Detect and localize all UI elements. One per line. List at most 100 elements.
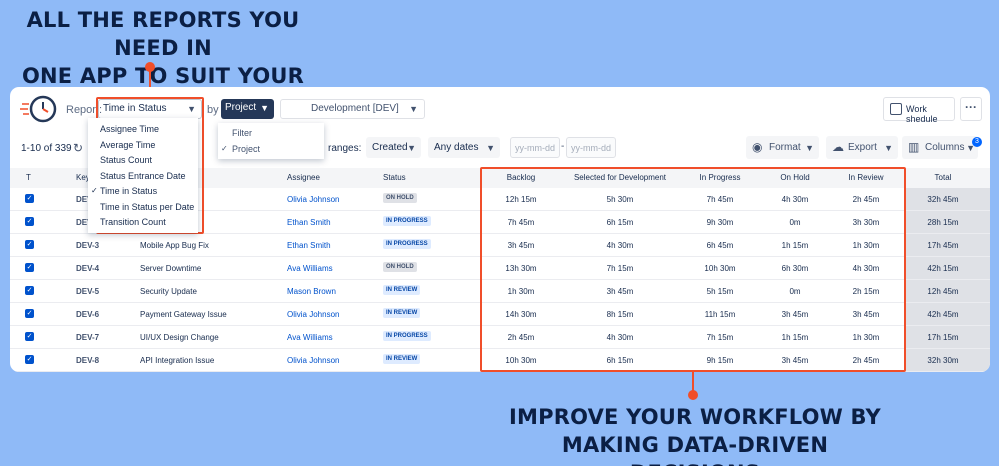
chevron-down-icon: ▼ (260, 103, 269, 113)
menu-item-report-type[interactable]: Assignee Time (100, 124, 159, 134)
chevron-down-icon: ▼ (884, 143, 893, 153)
row-checkbox[interactable]: ✓ (25, 240, 34, 249)
chevron-down-icon: ▼ (805, 143, 814, 153)
date-field-select[interactable]: Created ▼ (366, 137, 421, 158)
check-icon: ✓ (221, 144, 228, 153)
issue-assignee[interactable]: Ethan Smith (287, 218, 331, 227)
header-assignee[interactable]: Assignee (287, 173, 320, 182)
menu-item-report-type[interactable]: Average Time (100, 140, 155, 150)
time-total: 17h 45m (927, 241, 959, 250)
eye-icon: ◉ (752, 140, 763, 154)
check-icon: ✓ (91, 186, 98, 195)
time-total: 12h 45m (927, 287, 959, 296)
date-range-select[interactable]: Any dates ▼ (428, 137, 500, 158)
menu-item-report-type[interactable]: Status Count (100, 155, 152, 165)
issue-assignee[interactable]: Olivia Johnson (287, 356, 339, 365)
header-status[interactable]: Status (383, 173, 406, 182)
issue-assignee[interactable]: Ava Williams (287, 333, 333, 342)
menu-item-report-type[interactable]: Status Entrance Date (100, 171, 186, 181)
time-total: 32h 30m (927, 356, 959, 365)
issue-assignee[interactable]: Ethan Smith (287, 241, 331, 250)
status-badge: IN REVIEW (383, 308, 421, 318)
status-badge: ON HOLD (383, 262, 417, 272)
time-total: 32h 45m (927, 195, 959, 204)
format-button[interactable]: ◉ Format ▼ (746, 136, 819, 159)
row-checkbox[interactable]: ✓ (25, 332, 34, 341)
chevron-down-icon: ▼ (409, 104, 418, 114)
issue-key[interactable]: DEV-8 (76, 356, 99, 365)
issue-assignee[interactable]: Olivia Johnson (287, 310, 339, 319)
project-select[interactable]: Development [DEV] ▼ (280, 99, 425, 119)
date-range-dash: - (561, 141, 565, 152)
project-select-value: Development [DEV] (311, 103, 399, 114)
menu-item-report-type[interactable]: Transition Count (100, 217, 166, 227)
issue-summary[interactable]: Security Update (140, 287, 197, 296)
export-button[interactable]: ☁ Export ▼ (826, 136, 898, 159)
header-t: T (26, 173, 31, 182)
menu-item-project[interactable]: Project (232, 144, 260, 154)
work-schedule-button[interactable]: Work shedule (883, 97, 955, 124)
issue-key[interactable]: DEV-4 (76, 264, 99, 273)
row-checkbox[interactable]: ✓ (25, 309, 34, 318)
columns-icon: ▥ (908, 140, 920, 154)
issue-summary[interactable]: Mobile App Bug Fix (140, 241, 209, 250)
headline-bottom-line-2: MAKING DATA-DRIVEN DECISIONS (561, 433, 829, 466)
group-by-select[interactable]: Project ▼ (221, 99, 274, 119)
status-badge: IN PROGRESS (383, 216, 431, 226)
issue-summary[interactable]: Server Downtime (140, 264, 201, 273)
calendar-icon (890, 103, 902, 115)
status-badge: ON HOLD (383, 193, 417, 203)
status-badge: IN REVIEW (383, 354, 421, 364)
row-checkbox[interactable]: ✓ (25, 286, 34, 295)
connector-line-bottom (692, 371, 694, 393)
more-options-button[interactable]: ··· (960, 97, 982, 121)
row-checkbox[interactable]: ✓ (25, 355, 34, 364)
report-type-menu: Assignee Time Average Time Status Count Sta… (88, 118, 198, 233)
chevron-down-icon: ▼ (407, 143, 416, 153)
group-by-value: Project (225, 102, 257, 113)
menu-item-filter[interactable]: Filter (232, 128, 252, 138)
time-total: 28h 15m (927, 218, 959, 227)
issue-assignee[interactable]: Mason Brown (287, 287, 336, 296)
columns-button[interactable]: ▥ Columns ▼ (902, 136, 978, 159)
headline-bottom: IMPROVE YOUR WORKFLOW BY MAKING DATA-DRI… (505, 403, 885, 466)
date-range-value: Any dates (434, 142, 479, 153)
row-checkbox[interactable]: ✓ (25, 194, 34, 203)
time-total: 42h 45m (927, 310, 959, 319)
issue-assignee[interactable]: Olivia Johnson (287, 195, 339, 204)
status-badge: IN PROGRESS (383, 239, 431, 249)
refresh-icon[interactable]: ↻ (73, 141, 83, 155)
status-badge: IN REVIEW (383, 285, 421, 295)
date-to-input[interactable]: yy-mm-dd (566, 137, 616, 158)
issue-key[interactable]: DEV-5 (76, 287, 99, 296)
date-field-value: Created (372, 142, 408, 153)
row-checkbox[interactable]: ✓ (25, 263, 34, 272)
issue-assignee[interactable]: Ava Williams (287, 264, 333, 273)
time-total: 17h 15m (927, 333, 959, 342)
by-label: by (207, 104, 219, 116)
columns-count-badge: 3 (972, 137, 982, 147)
date-ranges-label: ranges: (328, 143, 362, 154)
cloud-upload-icon: ☁ (832, 140, 844, 154)
group-by-menu: Filter ✓ Project (218, 123, 324, 159)
issue-summary[interactable]: UI/UX Design Change (140, 333, 219, 342)
issue-summary[interactable]: Payment Gateway Issue (140, 310, 227, 319)
status-badge: IN PROGRESS (383, 331, 431, 341)
clock-logo-icon (20, 95, 57, 123)
results-count: 1-10 of 339 (21, 143, 72, 154)
issue-key[interactable]: DEV-7 (76, 333, 99, 342)
row-checkbox[interactable]: ✓ (25, 217, 34, 226)
columns-label: Columns (925, 142, 965, 153)
issue-key[interactable]: DEV-3 (76, 241, 99, 250)
status-columns-highlight (480, 167, 906, 372)
issue-key[interactable]: DEV-6 (76, 310, 99, 319)
date-from-input[interactable]: yy-mm-dd (510, 137, 560, 158)
work-schedule-label: Work shedule (906, 104, 938, 124)
issue-summary[interactable]: API Integration Issue (140, 356, 214, 365)
headline-top-line-1: ALL THE REPORTS YOU NEED IN (26, 8, 300, 60)
header-total[interactable]: Total (906, 173, 980, 182)
menu-item-report-type[interactable]: Time in Status per Date (100, 202, 194, 212)
export-label: Export (848, 142, 877, 153)
chevron-down-icon: ▼ (486, 143, 495, 153)
menu-item-report-type[interactable]: Time in Status (100, 186, 157, 196)
